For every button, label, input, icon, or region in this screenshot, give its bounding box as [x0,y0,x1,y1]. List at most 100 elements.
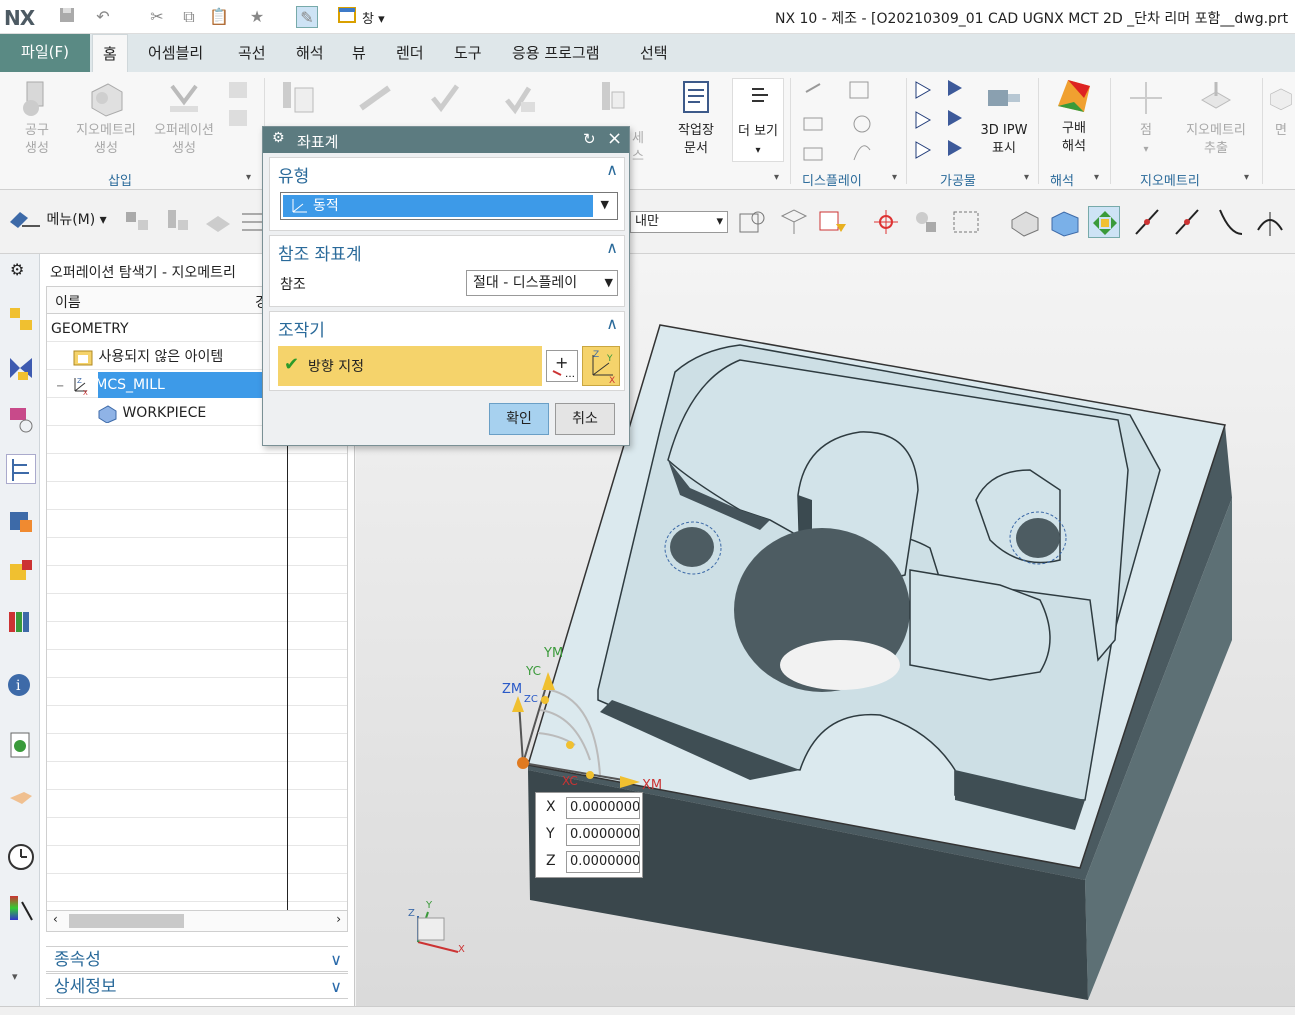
tree-row-workpiece[interactable]: WORKPIECE [96,400,206,426]
info-icon[interactable]: i [6,668,36,698]
tree-row-unused-items[interactable]: 사용되지 않은 아이템 [72,344,223,370]
undo-icon[interactable]: ↶ [92,6,114,28]
line-midpoint-icon[interactable] [1170,206,1202,238]
reset-icon[interactable]: ↻ [583,130,596,148]
xm-axis-handle[interactable] [620,776,640,788]
simulate-button[interactable] [494,78,544,122]
x-coordinate-input[interactable]: 0.0000000 [566,797,640,819]
specify-orientation-row[interactable]: ✔ 방향 지정 [278,346,542,386]
tab-home[interactable]: 홈 [92,34,128,72]
chevron-down-icon[interactable]: ▼ [602,271,613,295]
scroll-left-icon[interactable]: ‹ [53,912,58,926]
dialog-title-bar[interactable]: ⚙ 좌표계 ↻ × [263,127,629,153]
window-icon[interactable] [336,6,358,28]
gradient-analysis-button[interactable]: 구배 해석 [1044,76,1104,156]
y-coordinate-input[interactable]: 0.0000000 [566,824,640,846]
tab-file[interactable]: 파일(F) [0,34,90,72]
dependencies-panel-header[interactable]: 종속성 ∨ [46,946,348,972]
toolbar-tool-icon[interactable] [202,206,234,238]
close-icon[interactable]: × [607,128,622,149]
web-browser-icon[interactable] [6,730,36,760]
more-button[interactable]: 더 보기 ▾ [732,78,784,162]
point-button[interactable]: 점 ▾ [1120,78,1172,159]
collapse-section-icon[interactable]: ∧ [606,238,618,257]
chevron-down-icon[interactable]: ∨ [330,974,342,1000]
origin-handle[interactable] [517,757,529,769]
navigator-horizontal-scrollbar[interactable]: ‹ › [46,910,348,932]
selection-scope-select[interactable]: 내만 ▾ [630,211,728,233]
ok-button[interactable]: 확인 [489,403,549,435]
face-button[interactable]: 면 [1266,78,1295,140]
reuse-library-icon[interactable] [6,606,36,636]
point-dialog-button[interactable]: + … [546,350,578,382]
shaded-body-icon[interactable] [1008,206,1040,238]
tab-application[interactable]: 응용 프로그램 [502,34,610,72]
resource-bar-more-icon[interactable]: ▾ [12,970,18,983]
analysis-group-expand-icon[interactable]: ▾ [1094,172,1099,183]
machining-feature-navigator-icon[interactable] [6,556,36,586]
assembly-navigator-icon[interactable] [6,304,36,334]
create-geometry-button[interactable]: 지오메트리 생성 [70,78,142,158]
column-name-header[interactable]: 이름 [55,292,81,312]
csys-dialog-button[interactable]: ZY X [582,346,620,386]
paste-icon[interactable]: 📋 [208,6,230,28]
box-select-icon[interactable] [950,206,982,238]
arc-icon[interactable] [1254,206,1286,238]
tab-curve[interactable]: 곡선 [228,34,276,72]
scroll-right-icon[interactable]: › [336,912,341,926]
display-tools[interactable] [798,78,898,164]
window-menu[interactable]: 창 ▾ [362,8,385,27]
create-tool-button[interactable]: 공구 생성 [10,78,64,158]
cancel-button[interactable]: 취소 [555,403,615,435]
solid-body-icon[interactable] [1048,206,1080,238]
tab-assembly[interactable]: 어셈블리 [138,34,213,72]
create-operation-button[interactable]: 오퍼레이션 생성 [148,78,220,158]
chevron-down-icon[interactable]: ∨ [330,947,342,973]
cut-icon[interactable]: ✂ [146,6,168,28]
verify-button[interactable] [420,78,470,122]
details-panel-header[interactable]: 상세정보 ∨ [46,973,348,999]
tab-tools[interactable]: 도구 [444,34,492,72]
collapse-section-icon[interactable]: ∧ [606,314,618,333]
type-select[interactable]: 동적 ▼ [280,192,618,220]
touch-mode-icon[interactable]: ✎ [296,6,318,28]
program-view-button[interactable] [272,78,322,122]
3d-ipw-button[interactable]: 3D IPW 표시 [976,78,1032,158]
copy-icon[interactable]: ⧉ [178,6,200,28]
display-group-expand-icon[interactable]: ▾ [892,172,897,183]
shop-documentation-button[interactable]: 작업장 문서 [670,78,722,158]
point-on-curve-icon[interactable] [870,206,902,238]
arc-center-icon[interactable] [910,206,942,238]
workpiece-group-expand-icon[interactable]: ▾ [1024,172,1029,183]
zm-axis-handle[interactable] [512,696,524,712]
repeat-command-icon[interactable]: ★ [246,6,268,28]
curve-icon[interactable] [1214,206,1246,238]
generate-toolpath-button[interactable] [350,78,400,122]
gear-icon[interactable]: ⚙ [272,130,285,146]
workpiece-tools[interactable] [912,76,976,162]
select-all-icon[interactable] [778,206,810,238]
collapse-icon[interactable]: − [56,381,64,392]
palette-icon[interactable] [6,894,36,924]
small-icons-column[interactable] [226,80,252,146]
snap-point-icon[interactable] [816,206,848,238]
history-hand-icon[interactable] [6,782,36,812]
tree-row-geometry[interactable]: GEOMETRY [51,316,129,342]
tab-render[interactable]: 렌더 [386,34,434,72]
reference-select[interactable]: 절대 - 디스플레이 ▼ [466,270,618,296]
extract-geometry-button[interactable]: 지오메트리 추출 [1176,78,1256,158]
postprocess-button[interactable]: 세스 [580,78,644,164]
move-handle-icon[interactable] [1088,206,1120,238]
constraint-navigator-icon[interactable] [6,354,36,384]
z-coordinate-input[interactable]: 0.0000000 [566,851,640,873]
resource-settings-icon[interactable]: ⚙ [10,260,24,279]
filter-icon[interactable] [736,206,768,238]
part-navigator-icon[interactable] [6,404,36,434]
operation-navigator-icon[interactable] [6,454,36,484]
menu-button[interactable]: 메뉴(M) ▾ [6,208,107,232]
toolbar-tool-icon[interactable] [162,206,194,238]
tree-row-mcs-mill[interactable]: − ZX MCS_MILL [56,372,165,398]
machine-tool-navigator-icon[interactable] [6,506,36,536]
tab-view[interactable]: 뷰 [342,34,376,72]
collapse-section-icon[interactable]: ∧ [606,160,618,179]
